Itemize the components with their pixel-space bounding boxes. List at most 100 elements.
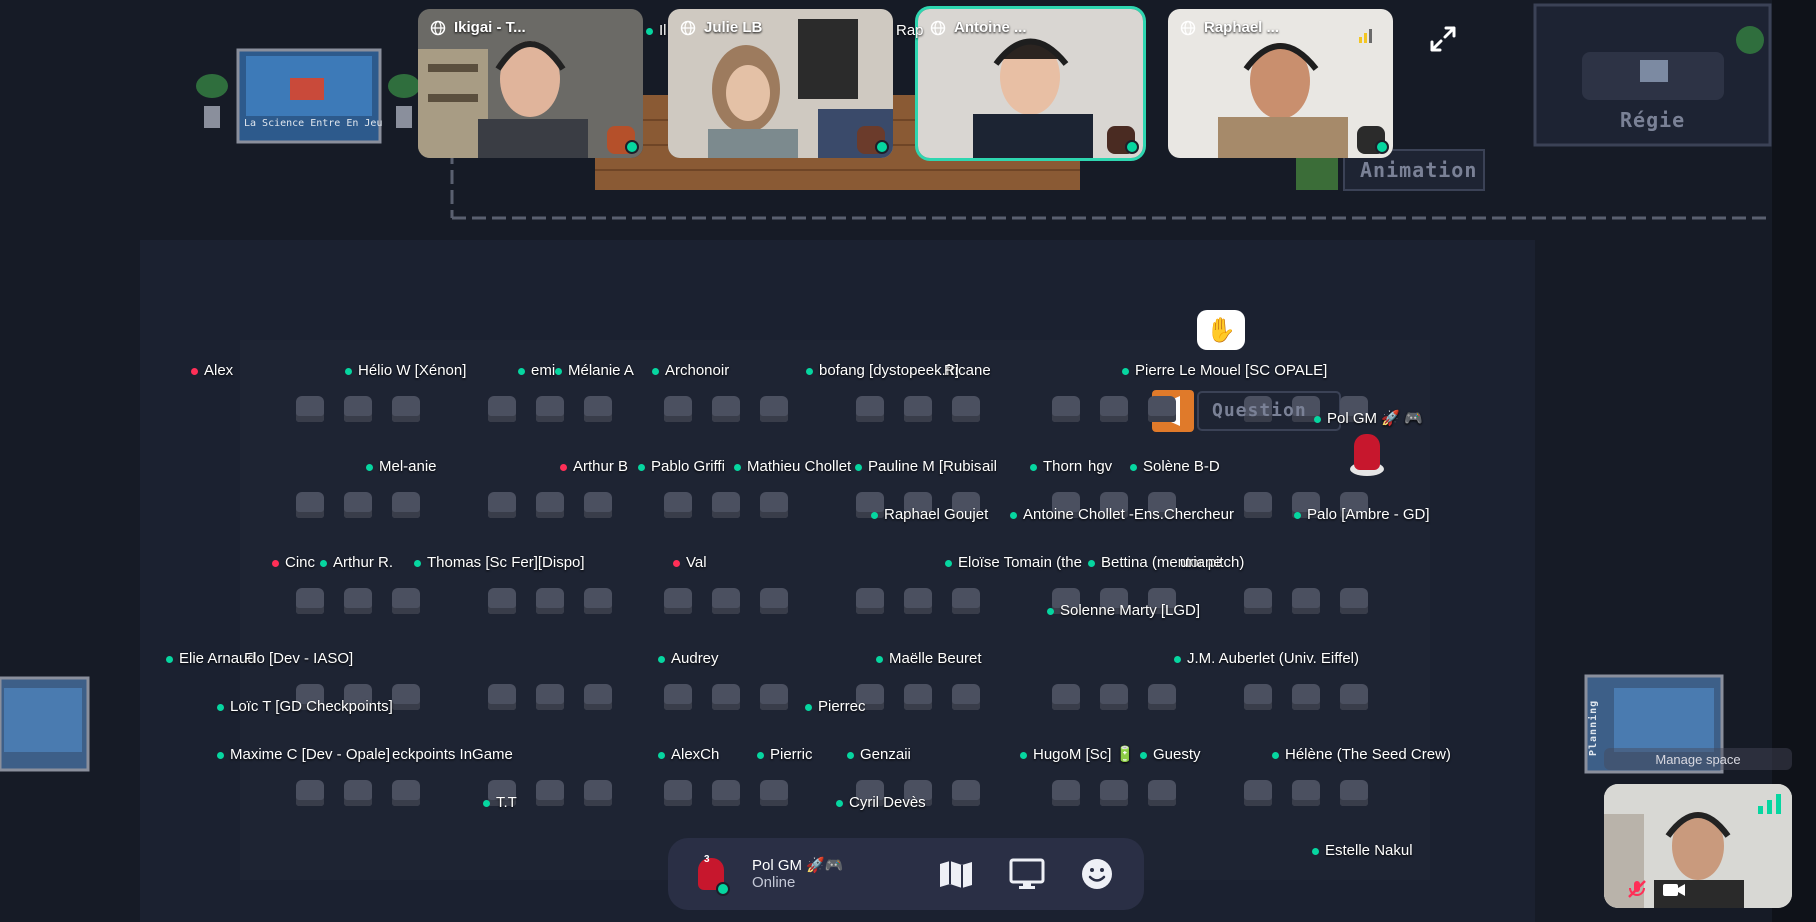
participant-name-label[interactable]: Loïc T [GD Checkpoints] bbox=[217, 698, 393, 716]
map-button[interactable] bbox=[936, 854, 976, 894]
map-icon bbox=[940, 861, 972, 888]
chair bbox=[1100, 684, 1128, 710]
participant-name: Maëlle Beuret bbox=[889, 650, 982, 667]
camera-icon[interactable] bbox=[1662, 881, 1686, 899]
self-avatar[interactable] bbox=[1346, 432, 1386, 480]
user-status: Online bbox=[752, 874, 796, 891]
participant-name-label[interactable]: Ricane bbox=[944, 362, 991, 380]
participant-name-label[interactable]: Thorn bbox=[1030, 458, 1082, 476]
participant-name-label[interactable]: Pierrec bbox=[805, 698, 866, 716]
participant-name-label[interactable]: Pol GM 🚀 🎮 bbox=[1314, 410, 1423, 428]
participant-name: Solenne Marty [LGD] bbox=[1060, 602, 1201, 619]
expand-icon bbox=[1430, 26, 1456, 52]
participant-name-label[interactable]: Genzaii bbox=[847, 746, 911, 764]
participant-name-label[interactable]: Arthur B bbox=[560, 458, 628, 476]
participant-name-label[interactable]: Solenne Marty [LGD] bbox=[1047, 602, 1200, 620]
chair bbox=[488, 588, 516, 614]
chair bbox=[1148, 684, 1176, 710]
participant-name-label[interactable]: Eloïse Tomain (the bbox=[945, 554, 1082, 572]
participant-name-label[interactable]: Val bbox=[673, 554, 707, 572]
video-tile-antoine[interactable]: Antoine ... bbox=[918, 9, 1143, 158]
participant-name-label[interactable]: Cinc bbox=[272, 554, 315, 572]
participant-name-label[interactable]: Maxime C [Dev - Opale] bbox=[217, 746, 390, 764]
participant-name-label[interactable]: Cyril Devès bbox=[836, 794, 926, 812]
emoji-reactions-button[interactable] bbox=[1077, 854, 1117, 894]
participant-name-label[interactable]: Raphael Goujet bbox=[871, 506, 988, 524]
regie-sign: Régie bbox=[1620, 108, 1686, 132]
manage-space-button[interactable]: Manage space bbox=[1604, 748, 1792, 770]
participant-name-label[interactable]: Guesty bbox=[1140, 746, 1201, 764]
status-dot bbox=[652, 367, 659, 375]
participant-name-label[interactable]: Thomas [Sc Fer][Dispo] bbox=[414, 554, 585, 572]
participant-name-label[interactable]: bofang [dystopeek.fr] bbox=[806, 362, 959, 380]
participant-name-label[interactable]: Mélanie A bbox=[555, 362, 634, 380]
video-tile-julie[interactable]: Julie LB bbox=[668, 9, 893, 158]
participant-name-label[interactable]: hgv bbox=[1088, 458, 1112, 476]
status-dot bbox=[1314, 415, 1321, 423]
participant-name-label[interactable]: J.M. Auberlet (Univ. Eiffel) bbox=[1174, 650, 1359, 668]
online-indicator bbox=[1125, 140, 1139, 154]
smiley-icon bbox=[1082, 859, 1112, 889]
screen-share-button[interactable] bbox=[1007, 854, 1047, 894]
participant-name-label[interactable]: AlexCh bbox=[658, 746, 719, 764]
chair bbox=[584, 396, 612, 422]
participant-name: Eloïse Tomain (the bbox=[958, 554, 1082, 571]
status-dot bbox=[1140, 751, 1147, 759]
participant-name-label[interactable]: Maëlle Beuret bbox=[876, 650, 982, 668]
chair bbox=[904, 684, 932, 710]
participant-name-label[interactable]: eckpoints InGame bbox=[392, 746, 513, 764]
video-tile-ikigai[interactable]: Ikigai - T... bbox=[418, 9, 643, 158]
user-name: Pol GM 🚀🎮 bbox=[752, 857, 844, 874]
participant-name: Estelle Nakul bbox=[1325, 842, 1413, 859]
participant-name-label[interactable]: ail bbox=[982, 458, 997, 476]
chair bbox=[1244, 780, 1272, 806]
status-dot bbox=[1088, 559, 1095, 567]
participant-name-label[interactable]: Audrey bbox=[658, 650, 719, 668]
participant-name: Cyril Devès bbox=[849, 794, 926, 811]
chair bbox=[952, 396, 980, 422]
participant-name: eckpoints InGame bbox=[392, 746, 513, 763]
participant-name-label[interactable]: Solène B-D bbox=[1130, 458, 1220, 476]
expand-video-button[interactable] bbox=[1426, 22, 1460, 56]
status-dot bbox=[560, 463, 567, 471]
participant-name-label[interactable]: Pablo Griffi bbox=[638, 458, 725, 476]
participant-name-label[interactable]: Antoine Chollet -Ens.Chercheur bbox=[1010, 506, 1234, 524]
participant-name-label[interactable]: Flo [Dev - IASO] bbox=[244, 650, 353, 668]
participant-name-label[interactable]: Pierre Le Mouel [SC OPALE] bbox=[1122, 362, 1327, 380]
status-dot bbox=[555, 367, 562, 375]
participant-name-label[interactable]: Mathieu Chollet bbox=[734, 458, 851, 476]
participant-name-label[interactable]: Estelle Nakul bbox=[1312, 842, 1413, 860]
chair bbox=[1340, 588, 1368, 614]
chair bbox=[392, 492, 420, 518]
participant-name-label[interactable]: Palo [Ambre - GD] bbox=[1294, 506, 1430, 524]
status-dot bbox=[483, 799, 490, 807]
participant-name: AlexCh bbox=[671, 746, 720, 763]
self-video[interactable] bbox=[1604, 784, 1792, 908]
participant-name-label[interactable]: Hélio W [Xénon] bbox=[345, 362, 466, 380]
participant-name-label[interactable]: T.T bbox=[483, 794, 517, 812]
participant-name-label[interactable]: emi bbox=[518, 362, 555, 380]
participant-name-label[interactable]: Mel-anie bbox=[366, 458, 437, 476]
participant-name-label[interactable]: Arthur R. bbox=[320, 554, 393, 572]
participant-name: Arthur R. bbox=[333, 554, 394, 571]
participant-name-label[interactable]: HugoM [Sc] 🔋 bbox=[1020, 746, 1134, 764]
status-dot bbox=[1122, 367, 1129, 375]
status-dot bbox=[166, 655, 173, 663]
participant-name: Pierrec bbox=[818, 698, 866, 715]
participant-name-label[interactable]: uriane bbox=[1180, 554, 1222, 572]
participant-name: Bettina (mentor pitch) bbox=[1101, 554, 1245, 571]
chair bbox=[392, 396, 420, 422]
participant-name-label[interactable]: Pauline M [Rubis bbox=[855, 458, 981, 476]
chair bbox=[392, 780, 420, 806]
video-tile-raphael[interactable]: Raphael ... bbox=[1168, 9, 1393, 158]
user-avatar[interactable]: 3 bbox=[694, 854, 730, 896]
participant-name-label[interactable]: Pierric bbox=[757, 746, 813, 764]
participant-name-label[interactable]: Archonoir bbox=[652, 362, 729, 380]
chair bbox=[904, 396, 932, 422]
participant-name-label[interactable]: Hélène (The Seed Crew) bbox=[1272, 746, 1451, 764]
participant-name-label[interactable]: Alex bbox=[191, 362, 233, 380]
mic-muted-icon[interactable] bbox=[1626, 878, 1648, 900]
chair bbox=[1052, 396, 1080, 422]
participant-name-label[interactable]: Elie Arnaud bbox=[166, 650, 256, 668]
animation-sign: Animation bbox=[1360, 158, 1478, 182]
